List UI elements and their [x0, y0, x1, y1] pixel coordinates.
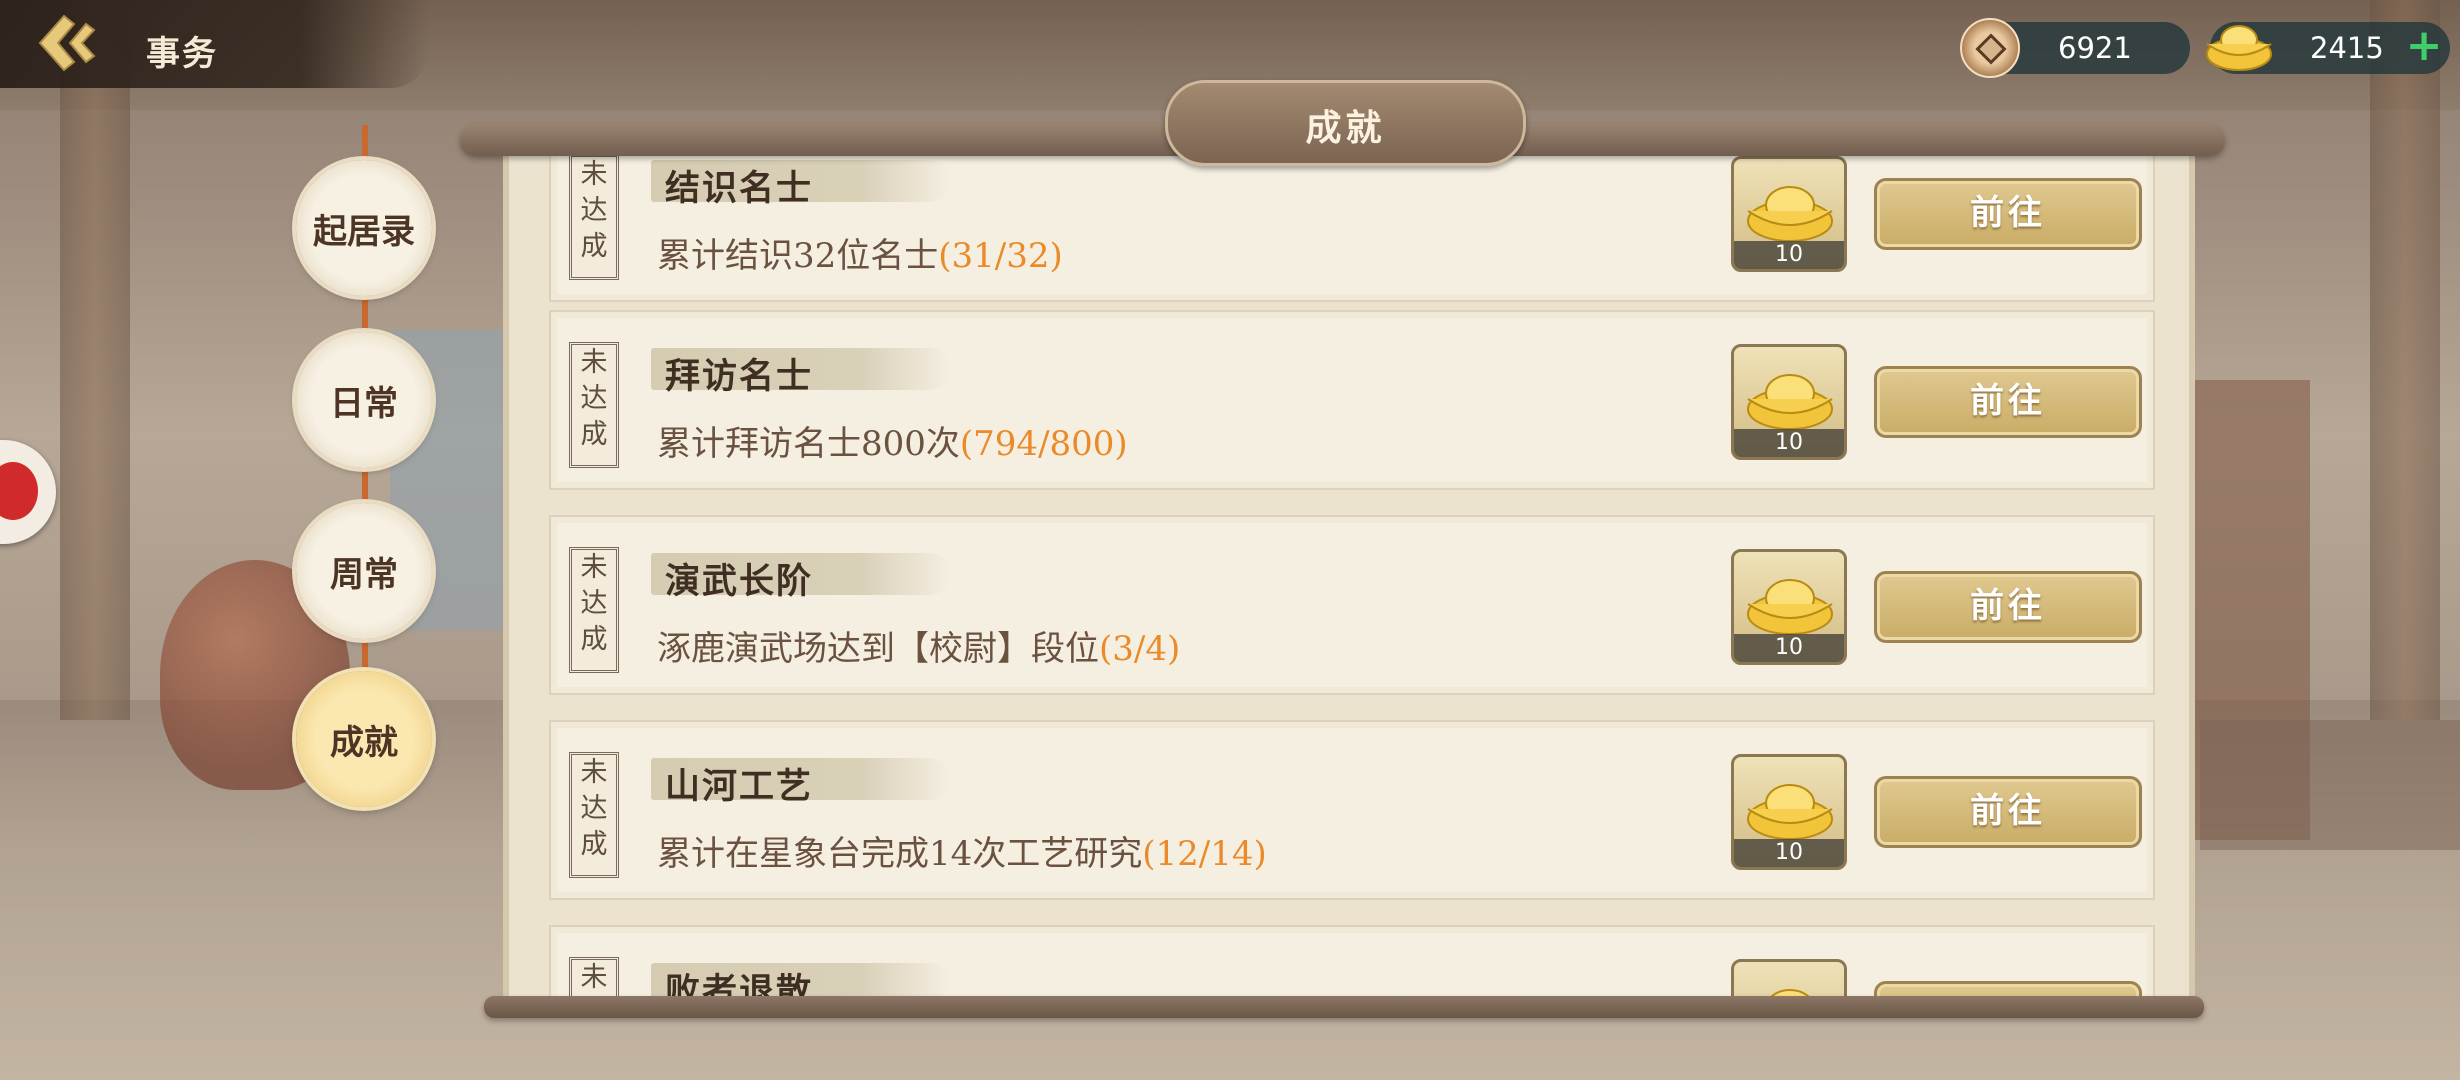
go-button[interactable]: 前往 [1874, 366, 2142, 438]
top-bar: 事务 [0, 0, 430, 88]
panel-header: 成就 [1165, 80, 1526, 166]
achievement-desc: 累计结识32位名士(31/32) [657, 228, 1063, 277]
achievement-desc: 累计拜访名士800次(794/800) [657, 416, 1128, 465]
status-stamp: 未达成 [569, 342, 619, 468]
reward-slot[interactable]: 10 [1731, 959, 1847, 997]
progress-text: (12/14) [1142, 834, 1267, 874]
achievement-title: 演武长阶 [665, 561, 814, 602]
reward-count: 10 [1734, 241, 1844, 269]
progress-text: (3/4) [1099, 629, 1181, 669]
tab-journal[interactable]: 起居录 [296, 160, 432, 296]
achievement-list[interactable]: 未达成 结识名士 累计结识32位名士(31/32) 10 前往 未达成 拜访名士… [503, 152, 2195, 997]
gold-ingot-icon [1747, 186, 1833, 242]
achievement-title: 败者退散 [665, 971, 814, 997]
background-pillar [2370, 0, 2440, 720]
status-stamp: 未达成 [569, 957, 619, 997]
reward-slot[interactable]: 10 [1731, 156, 1847, 272]
gold-currency: 2415 + [2206, 22, 2450, 74]
achievement-desc: 累计在星象台完成14次工艺研究(12/14) [657, 826, 1267, 875]
go-button[interactable]: 前往 [1874, 571, 2142, 643]
reward-count: 10 [1734, 634, 1844, 662]
achievement-title: 拜访名士 [665, 356, 814, 397]
reward-count: 10 [1734, 839, 1844, 867]
go-button[interactable]: 前往 [1874, 776, 2142, 848]
achievement-desc: 涿鹿演武场达到【校尉】段位(3/4) [657, 621, 1180, 670]
red-mascot-icon [0, 462, 38, 520]
gold-ingot-icon [1747, 784, 1833, 840]
reward-slot[interactable]: 10 [1731, 344, 1847, 460]
copper-coin-icon [1960, 18, 2020, 78]
desc-text: 累计结识32位名士 [657, 236, 939, 276]
gold-amount: 2415 [2310, 31, 2384, 65]
achievement-title: 结识名士 [665, 168, 814, 209]
gold-ingot-icon [2206, 25, 2272, 71]
gold-ingot-icon [1747, 374, 1833, 430]
tab-daily[interactable]: 日常 [296, 332, 432, 468]
reward-count: 10 [1734, 429, 1844, 457]
tab-label: 周常 [330, 554, 398, 595]
achievement-card: 未达成 山河工艺 累计在星象台完成14次工艺研究(12/14) 10 前往 [549, 720, 2155, 900]
back-button[interactable] [30, 8, 110, 78]
progress-text: (794/800) [959, 424, 1128, 464]
desc-text: 累计拜访名士800次 [657, 424, 960, 464]
tab-label: 起居录 [313, 211, 415, 252]
background-table [2200, 720, 2460, 850]
add-gold-button[interactable]: + [2404, 24, 2444, 68]
gold-ingot-icon [1769, 989, 1811, 997]
copper-currency: 6921 [1960, 18, 2190, 78]
scroll-rod-bottom [484, 996, 2204, 1018]
achievement-card: 未达成 演武长阶 涿鹿演武场达到【校尉】段位(3/4) 10 前往 [549, 515, 2155, 695]
reward-slot[interactable]: 10 [1731, 549, 1847, 665]
achievement-card: 未达成 结识名士 累计结识32位名士(31/32) 10 前往 [549, 152, 2155, 302]
achievement-card: 未达成 败者退散 10 前往 [549, 925, 2155, 997]
page-title: 事务 [146, 34, 218, 74]
tab-weekly[interactable]: 周常 [296, 503, 432, 639]
go-button[interactable]: 前往 [1874, 981, 2142, 997]
gold-ingot-icon [1747, 579, 1833, 635]
desc-text: 涿鹿演武场达到【校尉】段位 [657, 629, 1099, 669]
panel-title: 成就 [1305, 107, 1386, 149]
status-stamp: 未达成 [569, 752, 619, 878]
reward-slot[interactable]: 10 [1731, 754, 1847, 870]
achievement-card: 未达成 拜访名士 累计拜访名士800次(794/800) 10 前往 [549, 310, 2155, 490]
copper-amount: 6921 [2058, 31, 2132, 65]
achievement-title: 山河工艺 [665, 766, 814, 807]
progress-text: (31/32) [938, 236, 1063, 276]
desc-text: 累计在星象台完成14次工艺研究 [657, 834, 1143, 874]
tab-label: 日常 [330, 383, 398, 424]
background-pillar [60, 0, 130, 720]
tab-label: 成就 [330, 722, 398, 763]
status-stamp: 未达成 [569, 154, 619, 280]
go-button[interactable]: 前往 [1874, 178, 2142, 250]
status-stamp: 未达成 [569, 547, 619, 673]
back-arrow-icon [38, 14, 96, 72]
tab-achievements[interactable]: 成就 [296, 671, 432, 807]
